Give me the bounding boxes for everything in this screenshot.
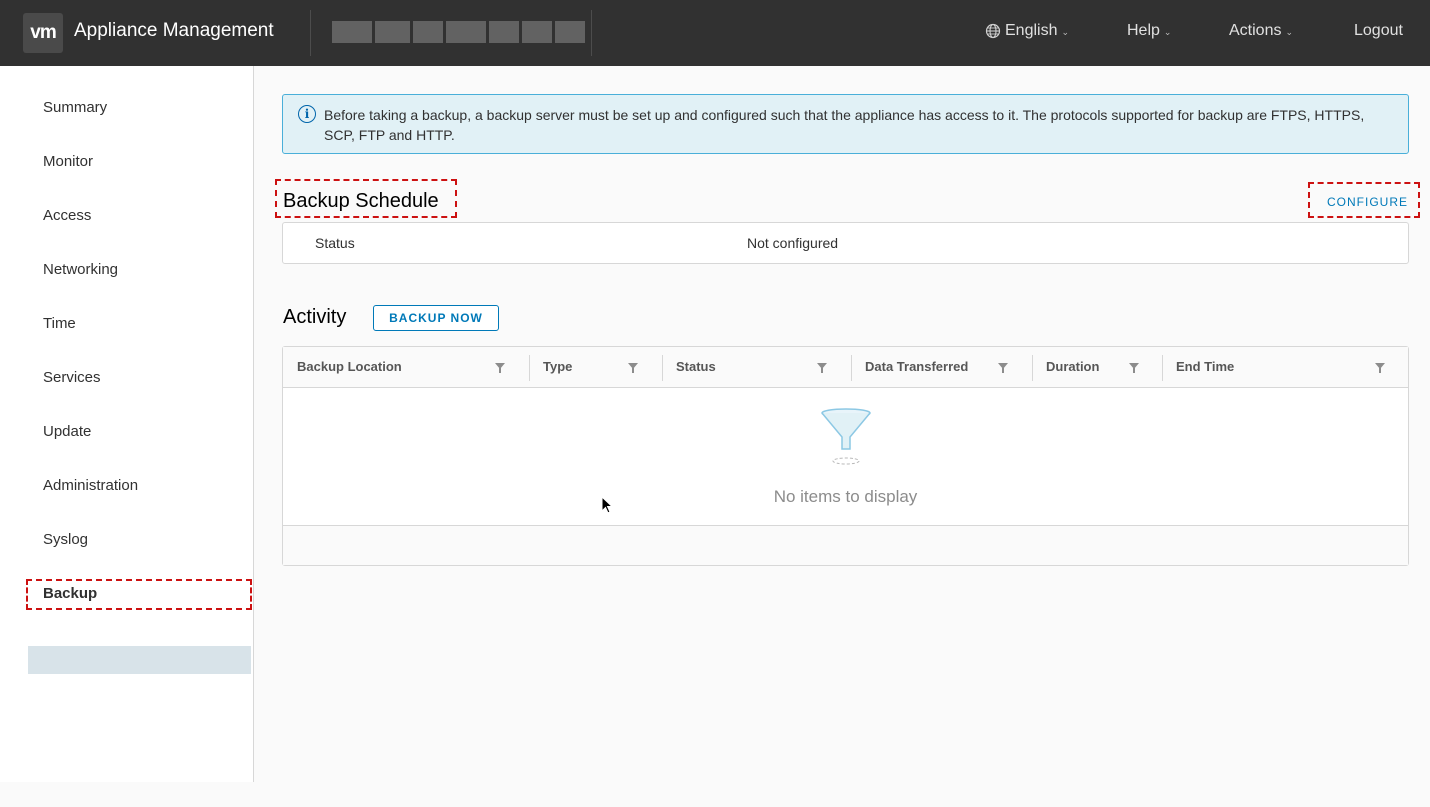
column-label: Type: [543, 359, 573, 374]
sidebar-item-administration[interactable]: Administration: [43, 477, 138, 494]
datagrid-header: Backup Location Type Status Data Transfe…: [283, 347, 1408, 388]
column-header-duration[interactable]: Duration: [1032, 347, 1162, 387]
sidebar-nav: Summary Monitor Access Networking Time S…: [0, 66, 254, 782]
column-label: Data Transferred: [865, 359, 969, 374]
filter-icon[interactable]: [817, 363, 827, 373]
app-title: Appliance Management: [74, 20, 274, 41]
sidebar-item-access[interactable]: Access: [43, 207, 91, 224]
column-label: Duration: [1046, 359, 1100, 374]
filter-icon[interactable]: [628, 363, 638, 373]
actions-menu[interactable]: Actions ⌄: [1229, 22, 1293, 40]
column-header-end-time[interactable]: End Time: [1162, 347, 1408, 387]
sidebar-item-networking[interactable]: Networking: [43, 261, 118, 278]
chevron-down-icon: ⌄: [1285, 26, 1294, 37]
vmware-logo: vm: [23, 13, 63, 53]
help-label: Help: [1127, 22, 1160, 39]
logout-label: Logout: [1354, 22, 1403, 39]
language-label: English: [1005, 22, 1058, 39]
sidebar-item-syslog[interactable]: Syslog: [43, 531, 88, 548]
column-header-data-transferred[interactable]: Data Transferred: [851, 347, 1032, 387]
info-alert: i Before taking a backup, a backup serve…: [282, 94, 1409, 154]
highlight-box-backup: [26, 579, 252, 610]
schedule-status-card: Status Not configured: [282, 222, 1409, 264]
filter-icon[interactable]: [998, 363, 1008, 373]
activity-datagrid: Backup Location Type Status Data Transfe…: [282, 346, 1409, 566]
filter-icon[interactable]: [1375, 363, 1385, 373]
sidebar-item-summary[interactable]: Summary: [43, 99, 107, 116]
sidebar-item-services[interactable]: Services: [43, 369, 101, 386]
highlight-box-configure: [1308, 182, 1420, 218]
status-value: Not configured: [747, 235, 839, 251]
column-header-status[interactable]: Status: [662, 347, 851, 387]
actions-label: Actions: [1229, 22, 1282, 39]
column-label: End Time: [1176, 359, 1235, 374]
info-icon: i: [298, 105, 316, 123]
activity-title: Activity: [283, 306, 347, 328]
column-header-type[interactable]: Type: [529, 347, 662, 387]
sidebar-item-update[interactable]: Update: [43, 423, 91, 440]
empty-state-text: No items to display: [773, 487, 918, 506]
column-label: Status: [676, 359, 716, 374]
column-label: Backup Location: [297, 359, 402, 374]
logout-link[interactable]: Logout: [1354, 22, 1403, 40]
column-header-backup-location[interactable]: Backup Location: [283, 347, 529, 387]
chevron-down-icon: ⌄: [1163, 26, 1172, 37]
active-item-highlight: [28, 646, 251, 674]
header-divider: [310, 10, 311, 56]
chevron-down-icon: ⌄: [1061, 26, 1070, 37]
highlight-box-schedule-title: [275, 179, 457, 218]
status-label: Status: [315, 235, 355, 251]
header-divider: [591, 10, 592, 56]
backup-now-button[interactable]: BACKUP NOW: [373, 305, 499, 331]
hostname-redacted: [332, 21, 585, 43]
filter-icon[interactable]: [1129, 363, 1139, 373]
empty-funnel-icon: [821, 408, 871, 465]
language-menu[interactable]: English ⌄: [985, 22, 1069, 40]
alert-text: Before taking a backup, a backup server …: [324, 107, 1365, 143]
mouse-cursor-icon: [601, 496, 614, 514]
datagrid-footer: [283, 525, 1408, 565]
sidebar-item-monitor[interactable]: Monitor: [43, 153, 93, 170]
help-menu[interactable]: Help ⌄: [1127, 22, 1171, 40]
globe-icon: [985, 23, 1001, 39]
filter-icon[interactable]: [495, 363, 505, 373]
top-header: vm Appliance Management English ⌄ Help ⌄…: [0, 0, 1430, 66]
sidebar-item-time[interactable]: Time: [43, 315, 76, 332]
